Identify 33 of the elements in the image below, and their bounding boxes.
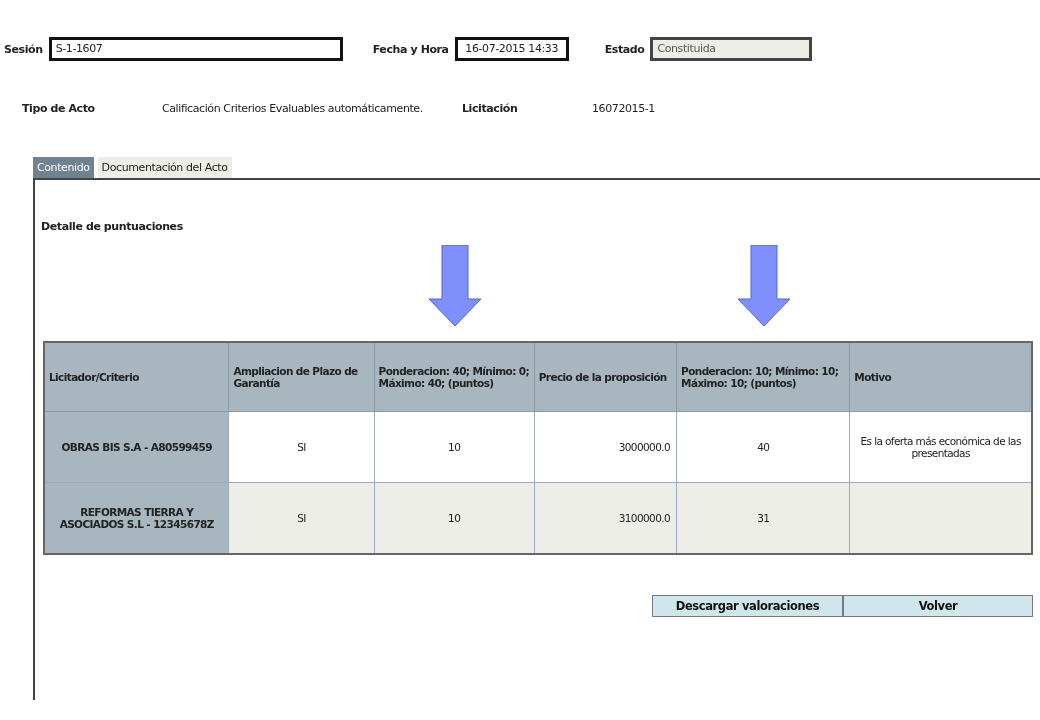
field-label: Fecha y Hora (372, 42, 449, 56)
field-label: Estado (604, 42, 645, 56)
info-label: Tipo de Acto (22, 102, 96, 115)
table-cell: 31 (676, 482, 850, 554)
column-header: Ampliacion de Plazo de Garantía (228, 342, 375, 412)
table-cell: Es la oferta más económica de las presentadas (849, 411, 1032, 483)
action-button[interactable]: Volver (843, 595, 1033, 617)
column-header: Ponderacion: 10; Mínimo: 10; Máximo: 10; (puntos) (676, 342, 850, 412)
bidder-cell: REFORMAS TIERRA Y ASOCIADOS S.L - 12345678Z (44, 482, 229, 554)
tab[interactable]: Contenido (33, 157, 94, 178)
table-cell: 3100000.0 (534, 482, 677, 554)
column-header: Ponderacion: 40; Mínimo: 0; Máximo: 40; (puntos) (374, 342, 535, 412)
action-button[interactable]: Descargar valoraciones (652, 595, 843, 617)
table-cell: 10 (374, 411, 535, 483)
info-value: Calificación Criterios Evaluables automáticamente. (162, 102, 424, 115)
text-field[interactable]: S-1-1607 (48, 37, 343, 61)
table-cell: 10 (374, 482, 535, 554)
down-arrow-icon (737, 245, 791, 327)
text-field[interactable]: 16-07-2015 14:33 (454, 37, 569, 61)
table-cell: SI (228, 482, 375, 554)
section-title: Detalle de puntuaciones (41, 220, 184, 233)
info-label: Licitación (462, 102, 519, 115)
column-header: Precio de la proposición (534, 342, 677, 412)
table-cell: 3000000.0 (534, 411, 677, 483)
bidder-cell: OBRAS BIS S.A - A80599459 (44, 411, 229, 483)
field-label: Sesión (4, 42, 43, 56)
column-header: Licitador/Criterio (44, 342, 229, 412)
column-header: Motivo (849, 342, 1032, 412)
table-cell: 40 (676, 411, 850, 483)
info-value: 16072015-1 (592, 102, 655, 115)
down-arrow-icon (428, 245, 482, 327)
tab[interactable]: Documentación del Acto (97, 157, 232, 178)
table-cell: SI (228, 411, 375, 483)
